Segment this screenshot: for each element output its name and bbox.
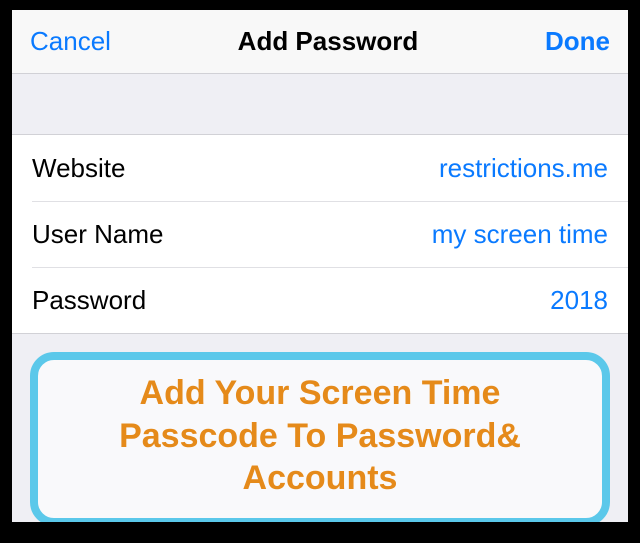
credential-form: Website User Name Password [12, 134, 628, 334]
navigation-bar: Cancel Add Password Done [12, 10, 628, 74]
username-label: User Name [32, 219, 163, 250]
username-row[interactable]: User Name [12, 201, 628, 267]
website-label: Website [32, 153, 125, 184]
done-button[interactable]: Done [545, 26, 610, 57]
instruction-callout: Add Your Screen Time Passcode To Passwor… [30, 352, 610, 522]
add-password-sheet: Cancel Add Password Done Website User Na… [12, 10, 628, 522]
cancel-button[interactable]: Cancel [30, 26, 111, 57]
callout-text: Add Your Screen Time Passcode To Passwor… [62, 372, 578, 500]
password-field[interactable] [166, 285, 608, 316]
nav-title: Add Password [111, 26, 545, 57]
password-row[interactable]: Password [12, 267, 628, 333]
username-field[interactable] [183, 219, 608, 250]
website-row[interactable]: Website [12, 135, 628, 201]
website-field[interactable] [145, 153, 608, 184]
section-spacer [12, 74, 628, 134]
password-label: Password [32, 285, 146, 316]
